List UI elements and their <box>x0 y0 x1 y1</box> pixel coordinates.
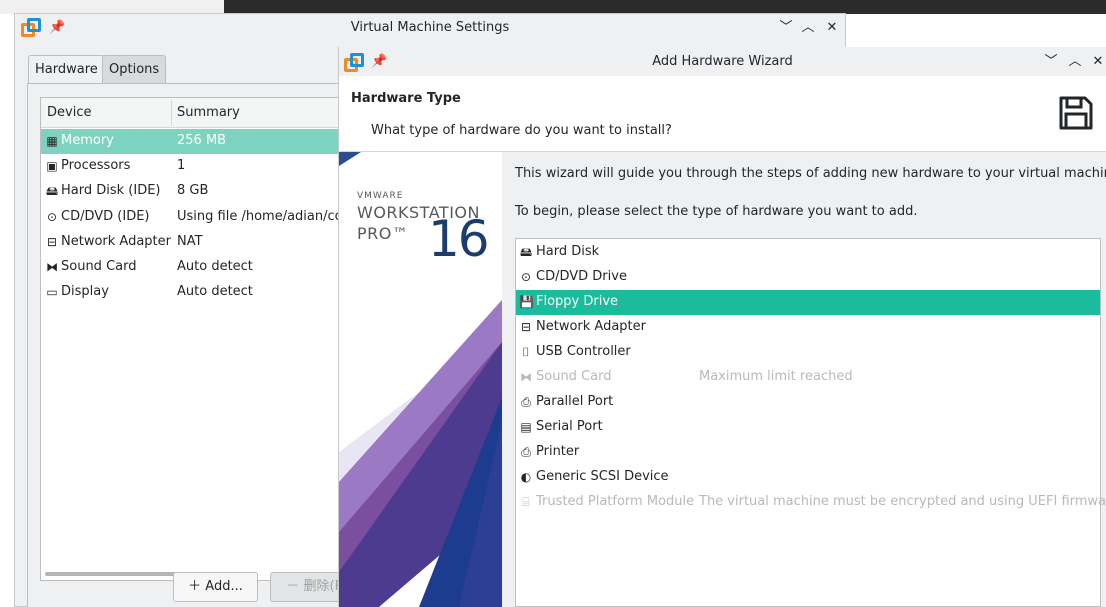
hardware-type-label: Floppy Drive <box>536 294 619 309</box>
hardware-type-label: Printer <box>536 444 580 459</box>
hardware-type-usb-controller[interactable]: ⌷ USB Controller <box>516 340 1100 365</box>
table-row[interactable]: 🖴 Hard Disk (IDE) 8 GB <box>41 179 359 204</box>
wizard-titlebar: 📌 Add Hardware Wizard ﹀ ︿ ✕ <box>339 47 1106 76</box>
device-summary: 8 GB <box>177 183 209 199</box>
device-name: CD/DVD (IDE) <box>61 208 150 224</box>
wizard-title: Add Hardware Wizard <box>652 54 793 69</box>
hardware-type-label: CD/DVD Drive <box>536 269 627 284</box>
hardware-type-label: Hard Disk <box>536 244 600 259</box>
device-summary: 256 MB <box>177 133 227 148</box>
tab-hardware[interactable]: Hardware <box>28 55 105 83</box>
device-table-header: Device Summary <box>41 98 359 128</box>
device-summary: Using file /home/adian/coc <box>177 208 350 224</box>
device-name: Hard Disk (IDE) <box>61 183 161 199</box>
table-row[interactable]: ▦ Memory 256 MB <box>41 129 359 154</box>
brand-vendor: VMWARE <box>357 191 404 201</box>
close-button[interactable]: ✕ <box>1089 53 1106 71</box>
device-name: Memory <box>61 133 114 148</box>
table-row[interactable]: ⊙ CD/DVD (IDE) Using file /home/adian/coc <box>41 205 359 230</box>
page-subtitle: What type of hardware do you want to ins… <box>371 123 672 138</box>
device-summary: Auto detect <box>177 284 253 300</box>
device-name: Processors <box>61 158 131 174</box>
page-title: Hardware Type <box>351 91 461 106</box>
hardware-type-label: Serial Port <box>536 419 603 434</box>
floppy-icon <box>1059 96 1093 130</box>
maximize-button[interactable]: ︿ <box>799 19 817 37</box>
hardware-type-cd-dvd-drive[interactable]: ⊙ CD/DVD Drive <box>516 265 1100 290</box>
hardware-type-floppy-drive[interactable]: 💾 Floppy Drive <box>516 290 1100 315</box>
network-adapter-icon: ⊟ <box>46 234 58 249</box>
hardware-type-serial-port[interactable]: ▤ Serial Port <box>516 415 1100 440</box>
table-row[interactable]: ⧓ Sound Card Auto detect <box>41 255 359 280</box>
hardware-type-label: USB Controller <box>536 344 631 359</box>
window-title: Virtual Machine Settings <box>350 20 510 35</box>
device-summary: Auto detect <box>177 259 253 274</box>
minus-icon: － <box>286 579 304 594</box>
device-name: Display <box>61 284 109 300</box>
vmware-workstation-banner: VMWARE WORKSTATION PRO™ 16 <box>339 152 502 607</box>
wizard-intro-text: This wizard will guide you through the s… <box>515 166 1106 181</box>
wizard-header: Hardware Type What type of hardware do y… <box>339 76 1106 152</box>
table-row[interactable]: ▣ Processors 1 <box>41 154 359 179</box>
usb-icon: ⌷ <box>522 345 530 359</box>
vm-settings-titlebar: 📌 Virtual Machine Settings ﹀ ︿ ✕ <box>15 14 845 43</box>
printer-icon: ⎙ <box>521 445 531 459</box>
hardware-type-parallel-port[interactable]: ⎙ Parallel Port <box>516 390 1100 415</box>
tpm-icon: ⌸ <box>522 495 530 509</box>
hardware-type-sound-card: ⧓ Sound Card Maximum limit reached <box>516 365 1100 390</box>
device-summary: NAT <box>177 233 203 249</box>
scsi-icon: ◐ <box>520 470 532 484</box>
hardware-type-label: Generic SCSI Device <box>536 469 669 484</box>
tab-options[interactable]: Options <box>102 55 167 83</box>
close-button[interactable]: ✕ <box>823 19 841 37</box>
network-adapter-icon: ⊟ <box>520 320 532 334</box>
processor-icon: ▣ <box>46 159 58 174</box>
table-row[interactable]: ⊟ Network Adapter NAT <box>41 230 359 255</box>
hardware-type-label: Network Adapter <box>536 319 646 334</box>
column-header-summary[interactable]: Summary <box>177 105 240 120</box>
serial-port-icon: ▤ <box>520 420 532 434</box>
plus-icon: ＋ <box>188 579 206 594</box>
add-hardware-button[interactable]: ＋ Add... <box>173 572 258 602</box>
device-name: Sound Card <box>61 259 137 274</box>
device-name: Network Adapter <box>61 233 171 249</box>
add-hardware-wizard-window: 📌 Add Hardware Wizard ﹀ ︿ ✕ Hardware Typ… <box>338 47 1106 607</box>
cd-dvd-icon: ⊙ <box>520 270 532 284</box>
hardware-type-network-adapter[interactable]: ⊟ Network Adapter <box>516 315 1100 340</box>
sound-card-icon: ⧓ <box>520 370 532 384</box>
hardware-type-note: Maximum limit reached <box>699 369 853 384</box>
floppy-icon: 💾 <box>519 295 534 309</box>
sound-card-icon: ⧓ <box>46 260 58 274</box>
display-icon: ▭ <box>46 285 58 300</box>
hardware-type-label: Sound Card <box>536 369 612 384</box>
hardware-type-printer[interactable]: ⎙ Printer <box>516 440 1100 465</box>
hard-disk-icon: 🖴 <box>45 184 59 199</box>
hardware-type-note: The virtual machine must be encrypted an… <box>699 494 1106 509</box>
parallel-port-icon: ⎙ <box>521 395 531 409</box>
hardware-type-trusted-platform-module: ⌸ Trusted Platform Module The virtual mach… <box>516 490 1106 515</box>
brand-edition: PRO™ <box>357 224 409 243</box>
column-header-device[interactable]: Device <box>47 105 91 120</box>
wizard-instruction-text: To begin, please select the type of hard… <box>515 204 918 219</box>
minimize-button[interactable]: ﹀ <box>777 19 795 37</box>
hardware-type-label: Parallel Port <box>536 394 614 409</box>
device-table: Device Summary ▦ Memory 256 MB ▣ Processors 1… <box>40 97 360 581</box>
hardware-type-list: 🖴 Hard Disk ⊙ CD/DVD Drive 💾 Floppy Drive ⊟ Net… <box>515 238 1106 607</box>
hardware-type-generic-scsi-device[interactable]: ◐ Generic SCSI Device <box>516 465 1100 490</box>
desktop-background-dark <box>224 0 1106 14</box>
desktop-background <box>0 0 224 14</box>
table-row[interactable]: ▭ Display Auto detect <box>41 280 359 305</box>
device-summary: 1 <box>177 158 186 174</box>
hardware-type-hard-disk[interactable]: 🖴 Hard Disk <box>516 240 1100 265</box>
hard-disk-icon: 🖴 <box>519 245 533 259</box>
horizontal-scrollbar[interactable] <box>45 572 182 576</box>
hardware-type-label: Trusted Platform Module <box>536 494 695 509</box>
brand-version: 16 <box>428 210 490 268</box>
maximize-button[interactable]: ︿ <box>1066 53 1084 71</box>
minimize-button[interactable]: ﹀ <box>1042 53 1060 71</box>
memory-icon: ▦ <box>46 134 58 148</box>
cd-dvd-icon: ⊙ <box>46 209 58 224</box>
